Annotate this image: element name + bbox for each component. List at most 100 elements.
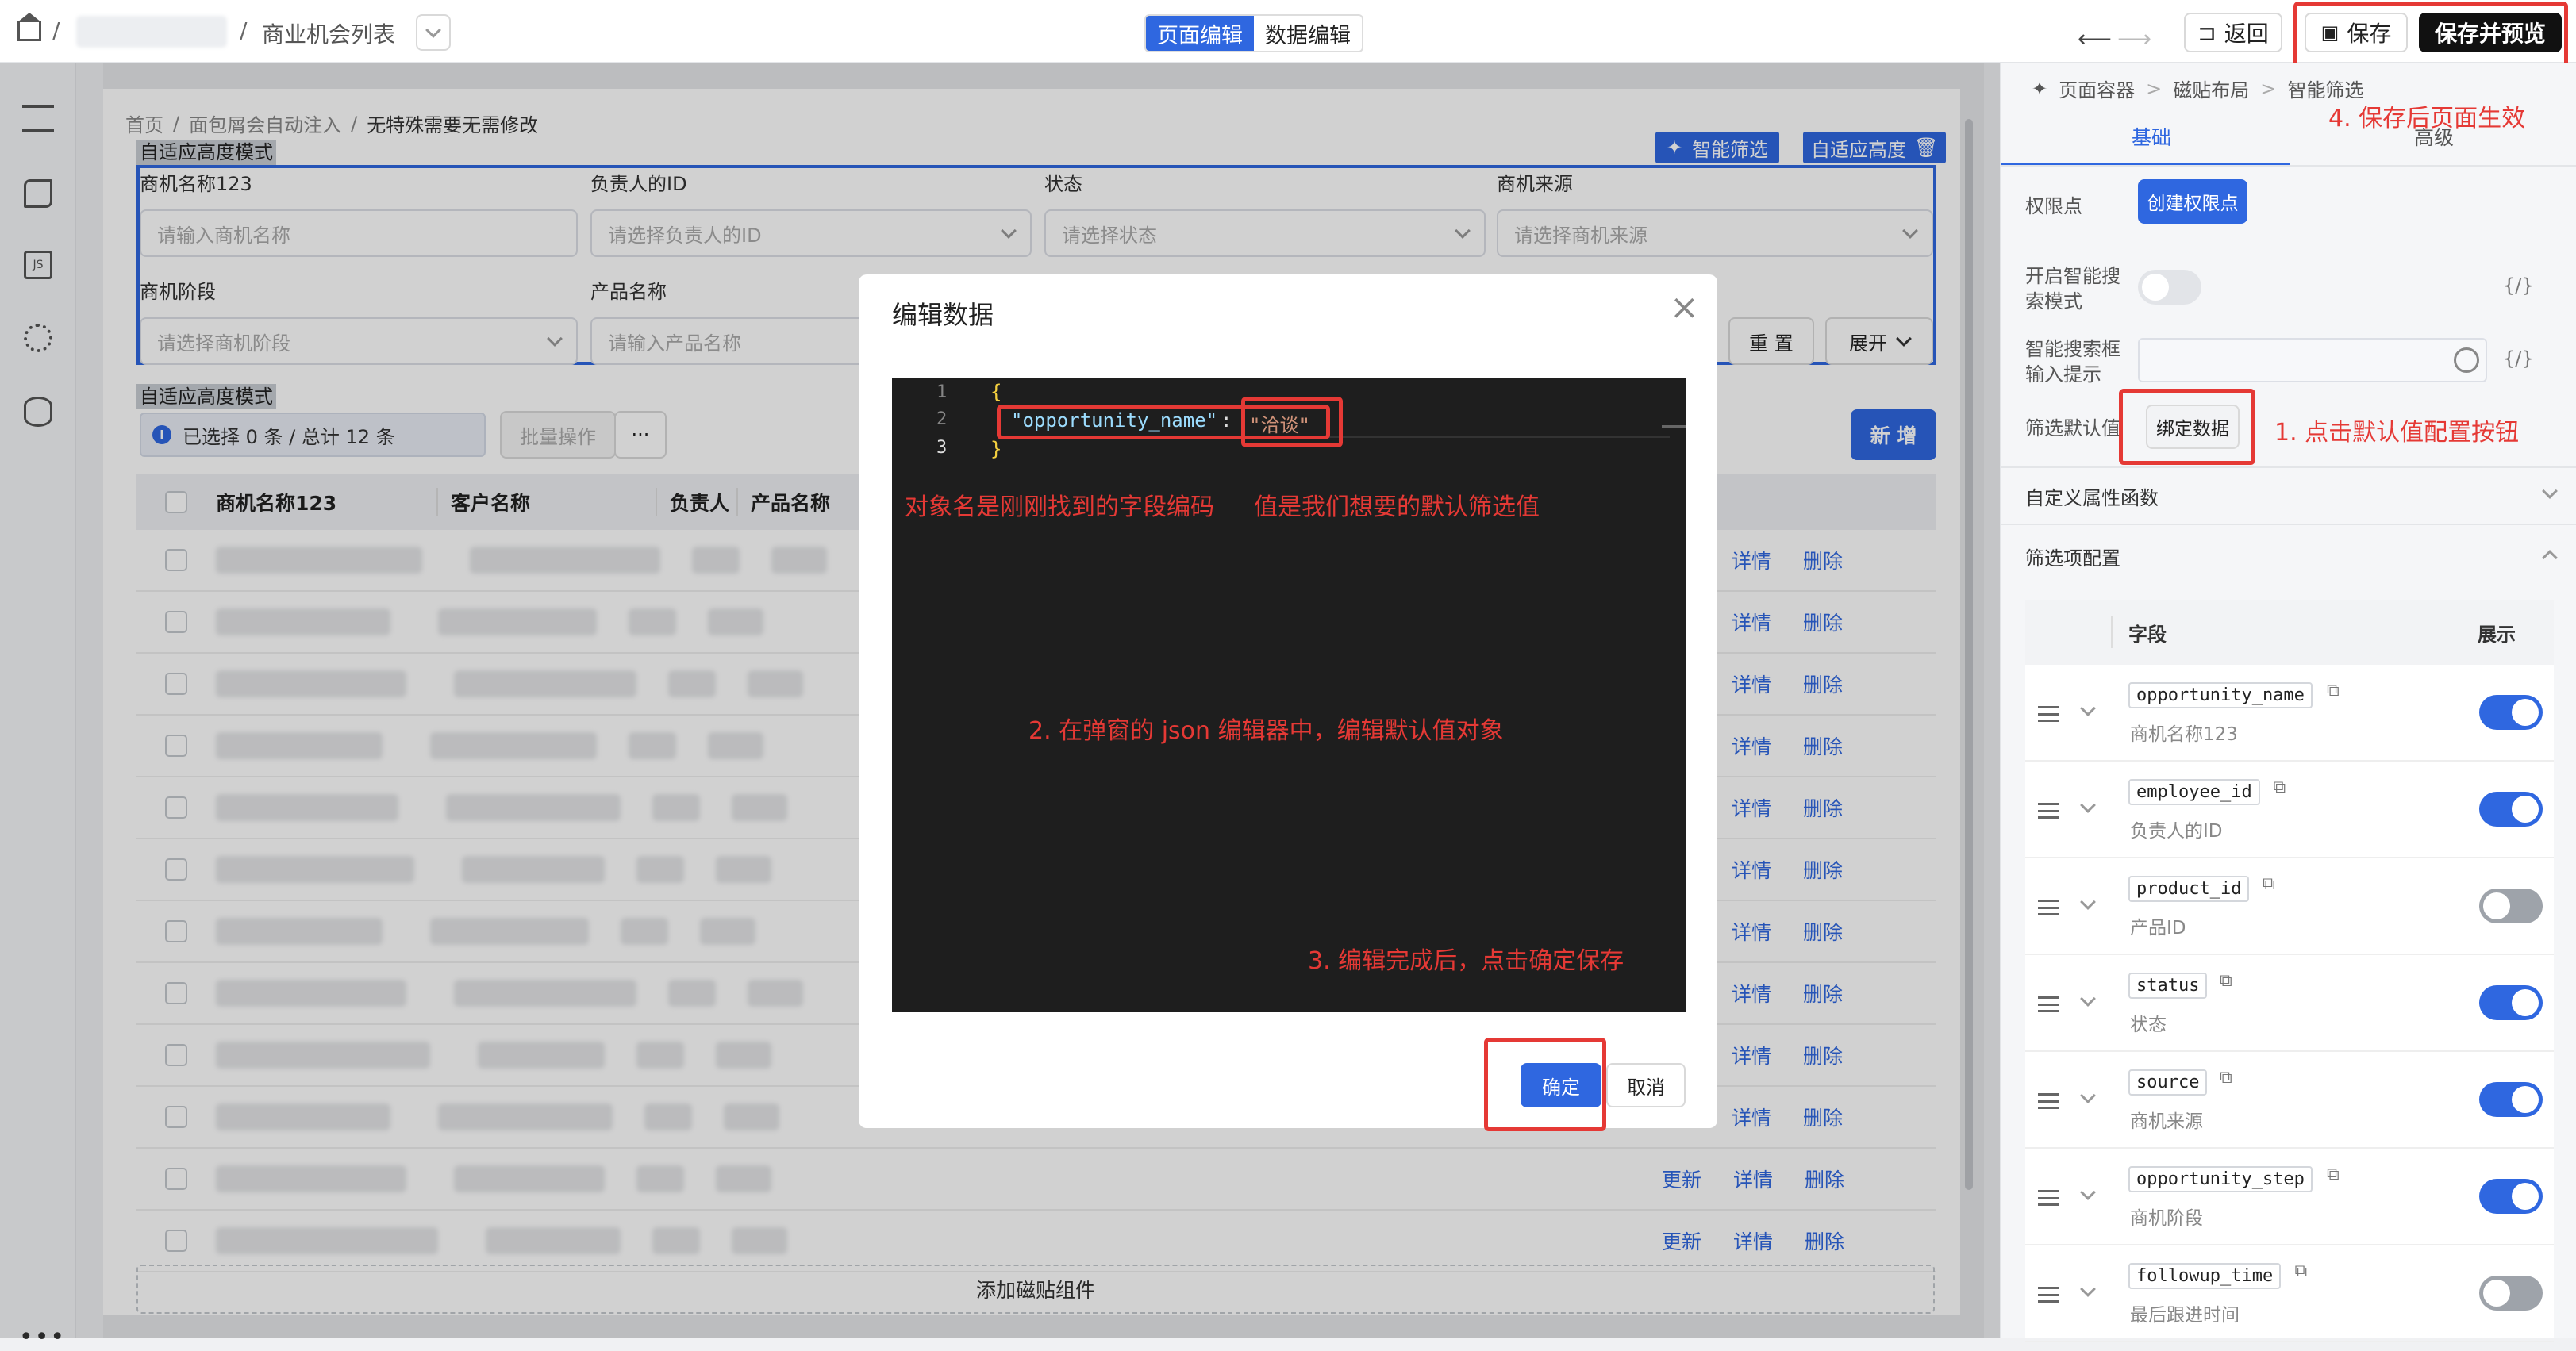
field-row[interactable]: source ⧉ 商机来源 — [2025, 1052, 2554, 1149]
field-code: status — [2128, 973, 2208, 999]
tab-divider — [2001, 165, 2576, 167]
puzzle-icon: ✦ — [2032, 77, 2048, 100]
field-visible-toggle[interactable] — [2479, 1276, 2543, 1311]
breadcrumb-item[interactable]: 磁贴布局 — [2173, 75, 2249, 102]
editor-minimap — [1662, 425, 1686, 428]
globe-icon[interactable] — [2454, 347, 2479, 373]
field-row[interactable]: opportunity_name ⧉ 商机名称123 — [2025, 665, 2554, 762]
chevron-down-icon[interactable] — [2080, 894, 2096, 910]
confirm-button[interactable]: 确定 — [1521, 1063, 1601, 1107]
chevron-up-icon[interactable] — [2542, 550, 2558, 566]
line-number: 3 — [936, 438, 948, 458]
field-code: opportunity_name — [2128, 682, 2313, 708]
drag-handle-icon[interactable] — [2038, 996, 2059, 1012]
field-code: employee_id — [2128, 779, 2260, 805]
drag-handle-icon[interactable] — [2038, 706, 2059, 722]
chevron-down-icon[interactable] — [2080, 797, 2096, 813]
breadcrumb-item[interactable]: 页面容器 — [2059, 75, 2135, 102]
field-code: product_id — [2128, 876, 2250, 902]
field-code: followup_time — [2128, 1263, 2282, 1289]
chevron-down-icon[interactable] — [2080, 1281, 2096, 1297]
back-icon: ⊐ — [2197, 19, 2217, 46]
field-label: 商机名称123 — [2130, 724, 2238, 745]
chevron-down-icon[interactable] — [2080, 991, 2096, 1007]
tab-page-edit[interactable]: 页面编辑 — [1146, 16, 1254, 51]
highlight-json-value — [1241, 397, 1343, 447]
field-row[interactable]: employee_id ⧉ 负责人的ID — [2025, 762, 2554, 858]
field-label: 负责人的ID — [2130, 821, 2223, 842]
create-perm-button[interactable]: 创建权限点 — [2138, 179, 2247, 224]
chevron-down-icon[interactable] — [2080, 1184, 2096, 1200]
annotation-step2: 2. 在弹窗的 json 编辑器中，编辑默认值对象 — [1028, 717, 1504, 745]
field-row[interactable]: product_id ⧉ 产品ID — [2025, 858, 2554, 955]
custom-fn-section[interactable]: 自定义属性函数 — [2025, 482, 2159, 510]
panel-breadcrumb: ✦ 页面容器 > 磁贴布局 > 智能筛选 — [2032, 75, 2363, 102]
copy-icon[interactable]: ⧉ — [2263, 874, 2275, 894]
smart-search-hint-label: 智能搜索框输入提示 — [2025, 338, 2120, 386]
breadcrumb-separator: / — [240, 17, 248, 44]
line-number: 1 — [936, 382, 948, 402]
line-number: 2 — [936, 409, 948, 429]
back-label: 返回 — [2224, 21, 2269, 47]
drag-handle-icon[interactable] — [2038, 1190, 2059, 1206]
cancel-button[interactable]: 取消 — [1606, 1063, 1686, 1107]
copy-icon[interactable]: ⧉ — [2295, 1261, 2308, 1281]
annotation-step1: 1. 点击默认值配置按钮 — [2274, 419, 2520, 447]
drag-handle-icon[interactable] — [2038, 1287, 2059, 1303]
page-title: 商业机会列表 — [262, 21, 396, 48]
drag-handle-icon[interactable] — [2038, 803, 2059, 819]
json-editor[interactable]: 1 2 3 { "opportunity_name" : "洽谈" } 对象名是… — [892, 378, 1686, 1012]
tab-basic[interactable]: 基础 — [2132, 122, 2171, 151]
code-icon[interactable]: {/} — [2503, 347, 2534, 370]
smart-search-label: 开启智能搜索模式 — [2025, 265, 2120, 313]
field-rows: opportunity_name ⧉ 商机名称123 employee_id ⧉ 负责人的… — [2025, 665, 2554, 1342]
annotation-value: 值是我们想要的默认筛选值 — [1254, 493, 1540, 521]
back-button[interactable]: ⊐ 返回 — [2184, 13, 2282, 52]
field-visible-toggle[interactable] — [2479, 985, 2543, 1020]
perm-label: 权限点 — [2025, 195, 2082, 217]
smart-search-toggle[interactable] — [2138, 270, 2201, 305]
field-visible-toggle[interactable] — [2479, 792, 2543, 827]
copy-icon[interactable]: ⧉ — [2274, 777, 2286, 797]
field-code: opportunity_step — [2128, 1166, 2313, 1192]
chevron-down-icon — [425, 22, 441, 38]
chevron-down-icon[interactable] — [2542, 483, 2558, 499]
tab-data-edit[interactable]: 数据编辑 — [1254, 16, 1362, 51]
highlight-save-buttons — [2293, 2, 2568, 70]
smart-search-hint-input[interactable] — [2138, 338, 2487, 382]
filter-config-section[interactable]: 筛选项配置 — [2025, 543, 2120, 570]
chevron-down-icon[interactable] — [2080, 1088, 2096, 1103]
copy-icon[interactable]: ⧉ — [2327, 1165, 2340, 1184]
drag-handle-icon[interactable] — [2038, 1093, 2059, 1109]
code-icon[interactable]: {/} — [2503, 274, 2534, 297]
default-value-label: 筛选默认值 — [2025, 417, 2120, 439]
page-switch-dropdown[interactable] — [416, 14, 451, 51]
copy-icon[interactable]: ⧉ — [2220, 971, 2232, 991]
field-row[interactable]: opportunity_step ⧉ 商机阶段 — [2025, 1149, 2554, 1245]
field-row[interactable]: status ⧉ 状态 — [2025, 955, 2554, 1052]
annotation-key: 对象名是刚刚找到的字段编码 — [905, 493, 1214, 521]
field-label: 最后跟进时间 — [2130, 1305, 2240, 1326]
top-bar: / / 商业机会列表 页面编辑 数据编辑 ⟵ ⟶ ⊐ 返回 ▣ 保存 保存并预览 — [0, 0, 2576, 70]
undo-icon[interactable]: ⟵ — [2078, 25, 2112, 53]
section-divider — [2001, 524, 2576, 525]
field-label: 商机阶段 — [2130, 1208, 2203, 1229]
copy-icon[interactable]: ⧉ — [2327, 681, 2340, 700]
home-icon[interactable] — [17, 21, 41, 41]
annotation-step3: 3. 编辑完成后，点击确定保存 — [1308, 947, 1624, 975]
field-visible-toggle[interactable] — [2479, 1179, 2543, 1214]
field-visible-toggle[interactable] — [2479, 695, 2543, 730]
redo-icon[interactable]: ⟶ — [2117, 25, 2151, 53]
close-icon[interactable]: × — [1670, 287, 1699, 328]
drag-handle-icon[interactable] — [2038, 900, 2059, 915]
chevron-down-icon[interactable] — [2080, 700, 2096, 716]
modal-title: 编辑数据 — [892, 300, 994, 330]
copy-icon[interactable]: ⧉ — [2220, 1068, 2232, 1088]
field-visible-toggle[interactable] — [2479, 1082, 2543, 1117]
highlight-bind-data — [2119, 389, 2255, 465]
tab-advanced[interactable]: 高级 — [2414, 122, 2454, 151]
field-row[interactable]: followup_time ⧉ 最后跟进时间 — [2025, 1245, 2554, 1342]
field-visible-toggle[interactable] — [2479, 889, 2543, 923]
fields-header: 字段 展示 — [2025, 600, 2554, 665]
app-name-blurred[interactable] — [76, 16, 227, 48]
